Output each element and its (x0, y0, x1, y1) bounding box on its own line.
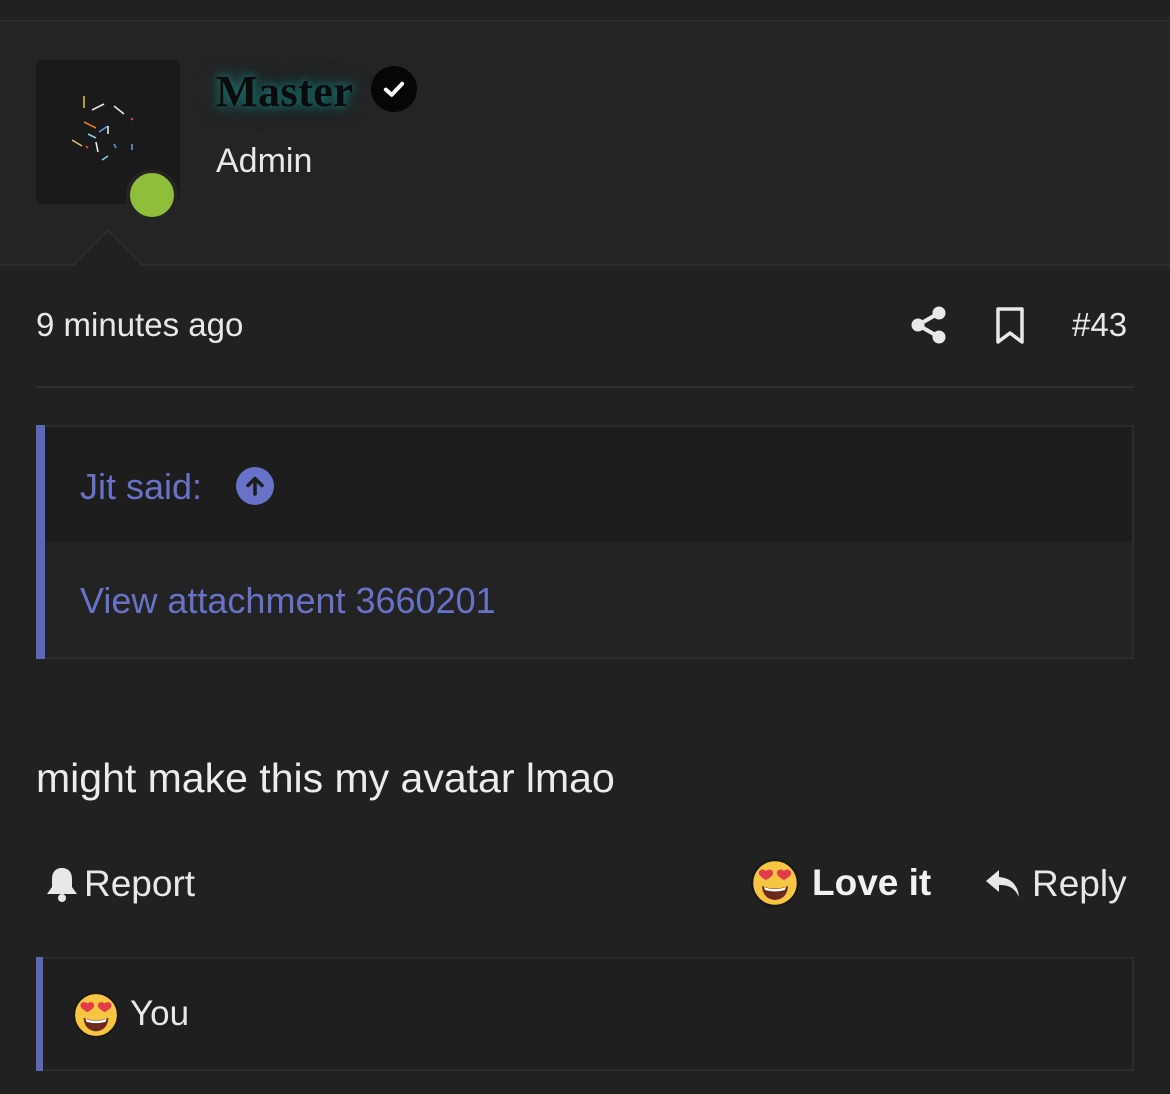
header-pointer (74, 232, 142, 266)
love-it-reaction-button[interactable]: Love it (750, 858, 931, 908)
quote-accent-bar (36, 425, 45, 659)
attachment-link[interactable]: View attachment 3660201 (80, 580, 496, 622)
heart-eyes-emoji-icon (750, 858, 800, 908)
username[interactable]: Master (216, 66, 353, 117)
reaction-users-link[interactable]: You (130, 994, 189, 1034)
reactions-bar (36, 957, 1134, 1071)
bell-icon (47, 868, 77, 902)
report-label: Report (84, 863, 196, 904)
quote-header (45, 427, 1132, 542)
user-role: Admin (216, 142, 313, 180)
post-number-link[interactable]: #43 (1072, 306, 1127, 344)
reply-label: Reply (1032, 863, 1127, 904)
meta-divider (36, 386, 1134, 388)
report-button[interactable]: Report (44, 862, 195, 906)
reply-icon (986, 870, 1019, 897)
share-icon (911, 306, 946, 344)
post-message: might make this my avatar lmao (36, 755, 615, 801)
quote-author-link[interactable]: Jit said: (80, 466, 202, 508)
heart-eyes-emoji-icon (72, 991, 120, 1039)
reactions-accent-bar (36, 957, 43, 1071)
bookmark-button[interactable] (990, 304, 1030, 346)
bookmark-icon (996, 307, 1024, 344)
post-timestamp[interactable]: 9 minutes ago (36, 306, 243, 344)
share-button[interactable] (909, 304, 949, 346)
love-it-label: Love it (812, 862, 932, 903)
arrow-up-circle-icon[interactable] (236, 467, 274, 505)
online-status-indicator (126, 169, 178, 221)
reply-button[interactable]: Reply (984, 862, 1127, 906)
check-circle-icon (371, 66, 417, 112)
